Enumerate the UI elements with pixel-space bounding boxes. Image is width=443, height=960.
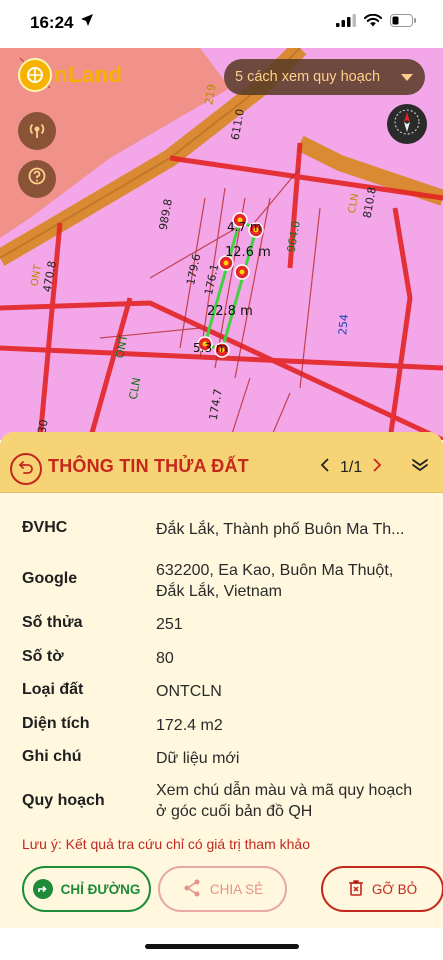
detail-value: Xem chú dẫn màu và mã quy hoạch ở góc cu… <box>156 782 413 820</box>
directions-icon <box>32 879 53 899</box>
pager: 1/1 <box>320 458 382 477</box>
panel-title: THÔNG TIN THỬA ĐẤT <box>48 456 249 476</box>
share-label: CHIA SẺ <box>209 881 264 897</box>
share-icon <box>182 878 202 901</box>
detail-value: 172.4 m2 <box>156 717 223 734</box>
app-logo: nLand <box>18 58 123 92</box>
back-button[interactable] <box>10 453 42 485</box>
map-canvas[interactable] <box>0 48 443 440</box>
compass-icon <box>393 108 421 141</box>
detail-value: Dữ liệu mới <box>156 750 240 767</box>
parcel-info-panel: THÔNG TIN THỬA ĐẤT 1/1 ĐVHC Đắk Lắk, Thà… <box>0 432 443 928</box>
directions-button[interactable]: CHỈ ĐƯỜNG <box>22 866 151 912</box>
directions-label: CHỈ ĐƯỜNG <box>60 881 141 897</box>
page-indicator: 1/1 <box>340 458 363 476</box>
detail-key: Số thửa <box>22 614 83 631</box>
question-pin-icon <box>26 166 48 193</box>
detail-key: Diện tích <box>22 715 90 732</box>
chevron-down-icon <box>401 74 413 81</box>
measurement-label: 12.6 m <box>225 245 271 260</box>
battery-icon <box>390 14 417 32</box>
detail-value: 80 <box>156 650 174 667</box>
help-button[interactable] <box>18 160 56 198</box>
measurement-label: 4.7 m <box>227 220 262 234</box>
prev-page-button[interactable] <box>320 458 330 477</box>
map-zone-label: 254 <box>336 313 351 336</box>
detail-key: Quy hoạch <box>22 792 105 809</box>
layers-button[interactable] <box>18 112 56 150</box>
cellular-signal-icon <box>336 14 356 32</box>
collapse-panel-button[interactable] <box>411 458 429 477</box>
compass-button[interactable] <box>387 104 427 144</box>
status-bar: 16:24 <box>0 0 443 48</box>
logo-text: nLand <box>54 62 123 87</box>
detail-value: 632200, Ea Kao, Buôn Ma Thuột, Đắk Lắk, … <box>156 562 394 600</box>
logo-mark-icon <box>18 58 52 92</box>
detail-key: Google <box>22 570 78 587</box>
trash-icon <box>348 879 364 900</box>
planning-map[interactable]: 989.8 611.0 964.0 810.8 470.8 179.6 176.… <box>0 48 443 440</box>
remove-label: GỠ BỎ <box>371 881 418 897</box>
home-indicator[interactable] <box>145 944 299 949</box>
measurement-label: 22.8 m <box>207 304 253 319</box>
detail-value: Đắk Lắk, Thành phố Buôn Ma Th... <box>156 521 405 538</box>
remove-button[interactable]: GỠ BỎ <box>321 866 443 912</box>
detail-value: ONTCLN <box>156 683 222 700</box>
status-time: 16:24 <box>30 13 74 32</box>
share-button[interactable]: CHIA SẺ <box>158 866 287 912</box>
disclaimer-note: Lưu ý: Kết quả tra cứu chỉ có giá trị th… <box>22 836 310 852</box>
panel-actions: CHỈ ĐƯỜNG CHIA SẺ GỠ BỎ <box>22 866 443 912</box>
next-page-button[interactable] <box>372 458 382 477</box>
panel-header: THÔNG TIN THỬA ĐẤT 1/1 <box>0 432 443 493</box>
broadcast-icon <box>26 118 48 145</box>
detail-key: ĐVHC <box>22 519 68 536</box>
status-indicators <box>336 13 417 32</box>
planning-view-label: 5 cách xem quy hoạch <box>235 69 381 85</box>
detail-key: Ghi chú <box>22 748 82 765</box>
location-arrow-icon <box>80 13 94 32</box>
wifi-icon <box>364 13 382 32</box>
detail-key: Số tờ <box>22 648 64 665</box>
detail-value: 251 <box>156 616 183 633</box>
undo-arrow-icon <box>18 459 34 480</box>
detail-key: Loại đất <box>22 681 84 698</box>
planning-view-dropdown[interactable]: 5 cách xem quy hoạch <box>224 59 425 95</box>
measurement-label: 5.3 m <box>193 341 228 355</box>
